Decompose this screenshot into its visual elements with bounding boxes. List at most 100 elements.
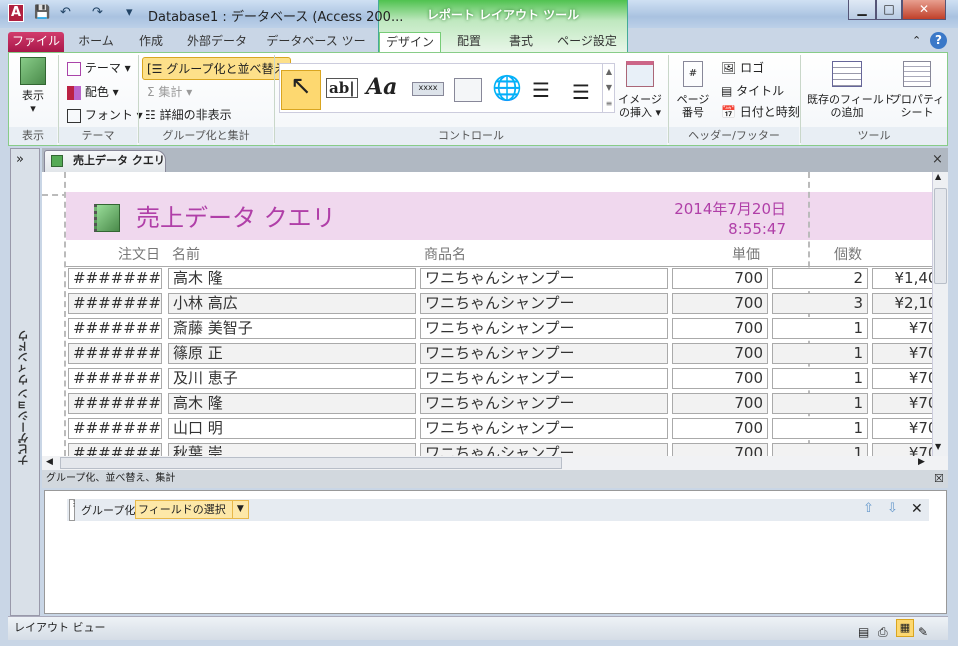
cell-price[interactable]: 700 [672, 293, 768, 314]
scroll-right-icon[interactable]: ▶ [918, 457, 925, 467]
cell-amount[interactable]: ¥2,100 [872, 293, 932, 314]
cell-name[interactable]: 篠原 正 [168, 343, 416, 364]
textbox-control-icon[interactable]: ab| [326, 78, 358, 98]
property-sheet-button[interactable]: プロパティ シート [889, 61, 945, 119]
title-button[interactable]: ▤ タイトル [721, 82, 784, 99]
cell-price[interactable]: 700 [672, 318, 768, 339]
cell-date[interactable]: ######## [68, 368, 162, 389]
save-icon[interactable]: 💾 [34, 5, 50, 20]
horizontal-scrollbar[interactable]: ◀ ▶ [42, 456, 948, 470]
cell-price[interactable]: 700 [672, 393, 768, 414]
cell-qty[interactable]: 1 [772, 318, 868, 339]
cell-qty[interactable]: 1 [772, 343, 868, 364]
totals-button[interactable]: Σ 集計 ▾ [147, 83, 192, 100]
maximize-button[interactable]: □ [876, 0, 902, 20]
tab-create[interactable]: 作成 [128, 32, 174, 52]
horizontal-scroll-thumb[interactable] [60, 457, 562, 469]
cell-price[interactable]: 700 [672, 368, 768, 389]
cell-name[interactable]: 小林 高広 [168, 293, 416, 314]
cell-qty[interactable]: 1 [772, 418, 868, 439]
cell-amount[interactable]: ¥1,400 [872, 268, 932, 289]
cell-price[interactable]: 700 [672, 418, 768, 439]
vertical-scroll-thumb[interactable] [934, 188, 947, 284]
minimize-button[interactable]: ▁ [848, 0, 876, 20]
tab-page-setup[interactable]: ページ設定 [550, 32, 624, 52]
help-icon[interactable]: ? [930, 32, 947, 49]
tab-control-icon[interactable] [454, 78, 482, 102]
cell-amount[interactable]: ¥700 [872, 418, 932, 439]
move-up-icon[interactable]: ⇧ [863, 501, 874, 516]
theme-button[interactable]: テーマ ▾ [67, 59, 131, 76]
access-app-icon[interactable]: A [8, 4, 24, 22]
tab-home[interactable]: ホーム [68, 32, 124, 52]
cell-name[interactable]: 斎藤 美智子 [168, 318, 416, 339]
cell-product[interactable]: ワニちゃんシャンプー [420, 268, 668, 289]
scroll-up-icon[interactable]: ▲ [935, 172, 941, 181]
column-header-price[interactable]: 単価 [732, 244, 760, 264]
cell-amount[interactable]: ¥700 [872, 368, 932, 389]
report-time[interactable]: 8:55:47 [728, 220, 786, 238]
logo-button[interactable]: 🖼 ロゴ [721, 59, 764, 76]
select-pointer-icon[interactable]: ↖ [281, 70, 321, 110]
column-header-order-date[interactable]: 注文日 [114, 244, 160, 264]
nav-pane-toggle[interactable]: » [16, 152, 24, 167]
group-and-sort-button[interactable]: [☰ グループ化と並べ替え [142, 57, 291, 80]
cell-name[interactable]: 秋葉 崇 [168, 443, 416, 456]
close-window-button[interactable]: ✕ [902, 0, 946, 20]
cell-product[interactable]: ワニちゃんシャンプー [420, 368, 668, 389]
document-tab[interactable]: 売上データ クエリ [44, 150, 166, 172]
vertical-scrollbar[interactable]: ▲ ▼ [932, 172, 948, 456]
cell-amount[interactable]: ¥700 [872, 443, 932, 456]
layout-view-icon[interactable]: ▦ [896, 619, 914, 637]
print-preview-icon[interactable]: ⎙ [878, 621, 888, 643]
scroll-left-icon[interactable]: ◀ [46, 457, 53, 467]
tab-design[interactable]: デザイン [379, 32, 441, 52]
cell-product[interactable]: ワニちゃんシャンプー [420, 343, 668, 364]
view-button[interactable]: 表示 ▾ [13, 57, 53, 115]
cell-qty[interactable]: 3 [772, 293, 868, 314]
cell-date[interactable]: ######## [68, 418, 162, 439]
combobox-control-icon[interactable]: ☰ [532, 78, 550, 102]
drag-handle-icon[interactable]: ⋮ [69, 499, 78, 521]
cell-qty[interactable]: 1 [772, 368, 868, 389]
close-group-pane-icon[interactable]: ☒ [934, 472, 944, 485]
tab-format[interactable]: 書式 [498, 32, 544, 52]
cell-price[interactable]: 700 [672, 268, 768, 289]
cell-name[interactable]: 山口 明 [168, 418, 416, 439]
move-down-icon[interactable]: ⇩ [887, 501, 898, 516]
redo-icon[interactable]: ↷ [92, 5, 103, 20]
tab-file[interactable]: ファイル [8, 32, 64, 52]
customize-qat-icon[interactable]: ▾ [126, 5, 133, 20]
cell-date[interactable]: ######## [68, 268, 162, 289]
cell-qty[interactable]: 1 [772, 443, 868, 456]
cell-amount[interactable]: ¥700 [872, 393, 932, 414]
cell-name[interactable]: 及川 恵子 [168, 368, 416, 389]
cell-product[interactable]: ワニちゃんシャンプー [420, 443, 668, 456]
column-header-product[interactable]: 商品名 [424, 244, 466, 264]
date-time-button[interactable]: 📅 日付と時刻 [721, 103, 800, 120]
button-control-icon[interactable]: xxxx [412, 82, 444, 96]
cell-date[interactable]: ######## [68, 443, 162, 456]
cell-date[interactable]: ######## [68, 318, 162, 339]
delete-group-icon[interactable]: ✕ [911, 501, 923, 517]
cell-amount[interactable]: ¥700 [872, 343, 932, 364]
tab-database-tools[interactable]: データベース ツール [262, 32, 370, 66]
cell-product[interactable]: ワニちゃんシャンプー [420, 318, 668, 339]
design-view-icon[interactable]: ✎ [918, 621, 928, 643]
label-control-icon[interactable]: Aa [366, 74, 397, 100]
cell-price[interactable]: 700 [672, 343, 768, 364]
report-date[interactable]: 2014年7月20日 [674, 198, 786, 219]
cell-name[interactable]: 高木 隆 [168, 393, 416, 414]
collapse-ribbon-icon[interactable]: ⌃ [912, 34, 921, 47]
close-document-icon[interactable]: × [932, 152, 943, 167]
cell-name[interactable]: 高木 隆 [168, 268, 416, 289]
cell-qty[interactable]: 1 [772, 393, 868, 414]
chevron-down-icon[interactable]: ▼ [231, 501, 248, 518]
listbox-control-icon[interactable]: ☰ [572, 80, 590, 104]
field-select-dropdown[interactable]: フィールドの選択 ▼ [135, 500, 249, 519]
cell-product[interactable]: ワニちゃんシャンプー [420, 393, 668, 414]
column-header-name[interactable]: 名前 [172, 244, 200, 264]
page-number-button[interactable]: # ページ 番号 [673, 61, 713, 119]
insert-image-button[interactable]: イメージ の挿入 ▾ [615, 61, 665, 119]
tab-external-data[interactable]: 外部データ [178, 32, 256, 52]
